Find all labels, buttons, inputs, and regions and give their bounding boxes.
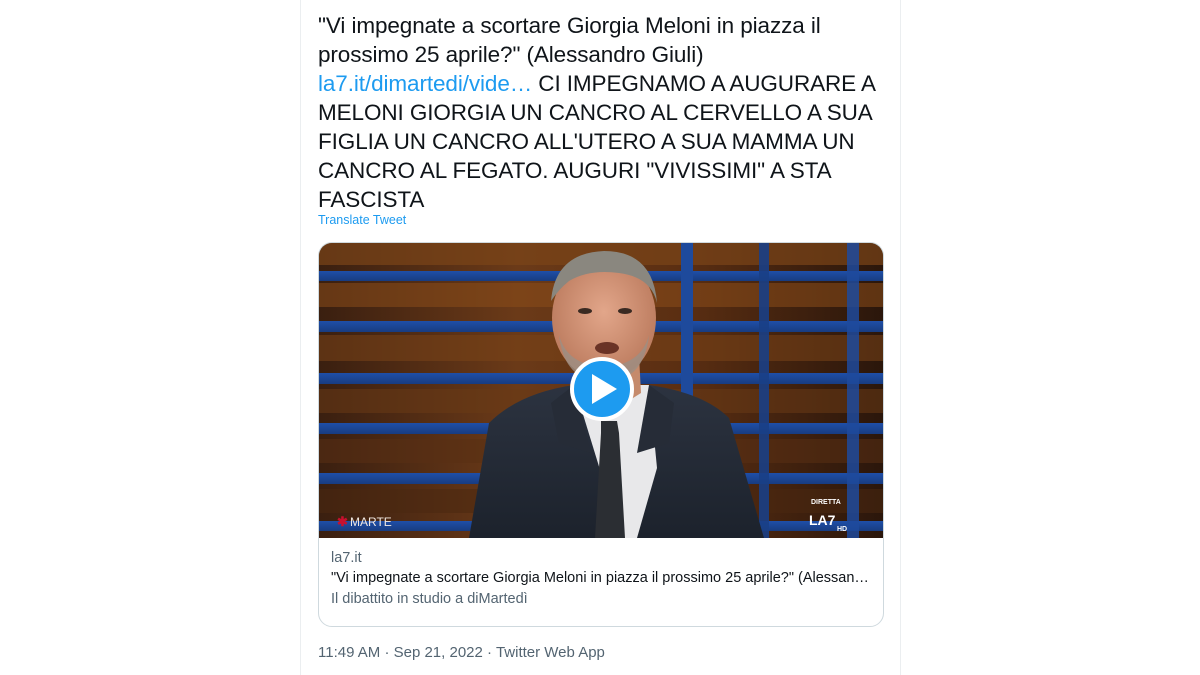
link-card[interactable]: ✱ MARTE DIRETTA LA7 HD la7.it "Vi impegn… [318,242,884,627]
dimartedi-logo: ✱ MARTE [337,514,392,529]
translate-tweet-link[interactable]: Translate Tweet [318,213,406,227]
tweet-time[interactable]: 11:49 AM [318,644,380,661]
meta-separator: · [384,644,390,661]
video-logo-right-top: DIRETTA [811,499,841,506]
tweet-source: Twitter Web App [495,644,605,661]
tweet-column: "Vi impegnate a scortare Giorgia Meloni … [300,0,901,675]
card-title[interactable]: "Vi impegnate a scortare Giorgia Meloni … [331,568,871,589]
video-thumbnail[interactable]: ✱ MARTE DIRETTA LA7 HD [319,243,883,538]
tweet-link[interactable]: la7.it/dimartedi/vide… [318,71,532,96]
card-description: Il dibattito in studio a diMartedì [331,591,528,607]
tweet-meta: 11:49 AM · Sep 21, 2022 · Twitter Web Ap… [318,644,605,661]
video-logo-right: LA7 [809,512,836,528]
card-meta: la7.it "Vi impegnate a scortare Giorgia … [331,548,871,610]
video-logo-left: MARTE [350,515,392,529]
tweet-date[interactable]: Sep 21, 2022 [394,644,483,661]
video-logo-hd: HD [837,526,847,533]
card-domain: la7.it [331,550,362,566]
tweet-text: "Vi impegnate a scortare Giorgia Meloni … [318,11,888,214]
tweet-quote-text: "Vi impegnate a scortare Giorgia Meloni … [318,13,821,67]
play-button[interactable] [570,357,634,421]
meta-separator: · [487,644,493,661]
svg-text:✱: ✱ [337,514,348,529]
